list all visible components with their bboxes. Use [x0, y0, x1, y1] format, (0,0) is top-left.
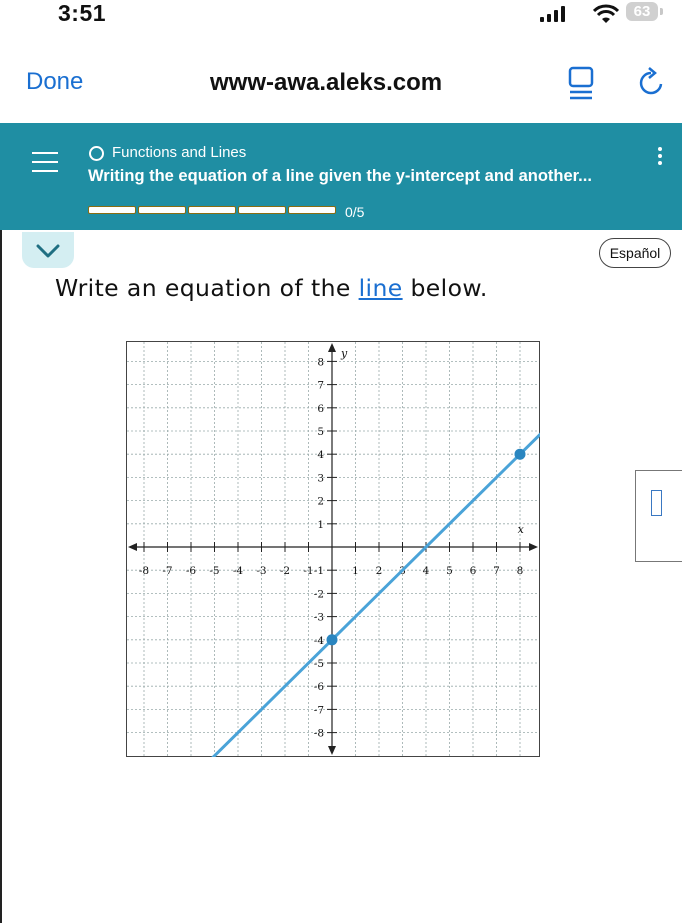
x-tick-label: -7: [162, 565, 172, 577]
y-tick-label: 7: [317, 380, 324, 392]
more-options-icon[interactable]: [656, 146, 664, 166]
y-tick-label: -2: [314, 588, 324, 600]
x-tick-label: -1: [303, 565, 313, 577]
lesson-title: Writing the equation of a line given the…: [88, 167, 592, 185]
y-tick-label: 1: [317, 519, 324, 531]
progress-segment: [288, 206, 336, 214]
x-tick-label: 5: [446, 565, 453, 577]
y-tick-label: -7: [314, 704, 324, 716]
y-axis-label: y: [340, 347, 348, 360]
topic-label: Functions and Lines: [112, 144, 247, 161]
y-tick-label: 4: [317, 449, 324, 461]
x-tick-label: -3: [256, 565, 266, 577]
graph-frame: [126, 341, 540, 757]
battery-icon: 63: [626, 2, 658, 21]
y-tick-label: -6: [314, 681, 325, 693]
reload-icon[interactable]: [637, 66, 667, 98]
y-tick-label: -4: [314, 635, 325, 647]
espanol-button[interactable]: Español: [599, 238, 671, 268]
x-tick-label: 1: [352, 565, 359, 577]
progress-segment: [188, 206, 236, 214]
left-divider: [0, 230, 2, 923]
plotted-point: [514, 448, 526, 460]
chevron-down-icon: [36, 244, 60, 258]
coordinate-graph: -8-7-6-5-4-3-2-11234567887654321-1-2-3-4…: [126, 341, 540, 757]
topic-status-icon: [89, 146, 104, 161]
progress-segment: [88, 206, 136, 214]
y-tick-label: -1: [314, 565, 324, 577]
progress-segment: [238, 206, 286, 214]
reader-mode-icon[interactable]: [568, 66, 594, 100]
answer-input[interactable]: [651, 490, 662, 516]
x-tick-label: -6: [186, 565, 197, 577]
collapse-header-button[interactable]: [22, 232, 74, 268]
wifi-icon: [593, 4, 619, 23]
x-tick-label: 8: [517, 565, 524, 577]
y-tick-label: 3: [317, 472, 324, 484]
answer-panel: [635, 470, 682, 562]
line-definition-link[interactable]: line: [359, 274, 403, 302]
x-tick-label: 4: [423, 565, 430, 577]
url-address[interactable]: www-awa.aleks.com: [210, 69, 442, 97]
plotted-point: [326, 634, 338, 646]
x-tick-label: -5: [209, 565, 219, 577]
x-tick-label: 2: [376, 565, 383, 577]
x-tick-label: -2: [280, 565, 290, 577]
status-time: 3:51: [58, 0, 107, 26]
question-suffix: below.: [402, 274, 488, 302]
y-tick-label: -5: [314, 658, 324, 670]
y-tick-label: 6: [317, 403, 324, 415]
y-tick-label: -8: [314, 728, 324, 740]
progress-count: 0/5: [345, 204, 365, 220]
progress-bar: [88, 206, 336, 214]
question-prefix: Write an equation of the: [55, 274, 359, 302]
y-tick-label: 8: [317, 356, 324, 368]
progress-segment: [138, 206, 186, 214]
x-axis-label: x: [518, 523, 525, 536]
y-tick-label: 2: [317, 496, 324, 508]
y-tick-label: 5: [317, 426, 324, 438]
question-text: Write an equation of the line below.: [55, 274, 488, 302]
menu-icon[interactable]: [32, 150, 58, 174]
battery-cap: [660, 8, 663, 15]
cellular-signal-icon: [540, 6, 565, 22]
x-tick-label: 6: [470, 565, 477, 577]
x-tick-label: -8: [139, 565, 149, 577]
x-tick-label: -4: [233, 565, 244, 577]
done-button[interactable]: Done: [26, 68, 83, 96]
y-tick-label: -3: [314, 612, 324, 624]
x-tick-label: 7: [493, 565, 500, 577]
